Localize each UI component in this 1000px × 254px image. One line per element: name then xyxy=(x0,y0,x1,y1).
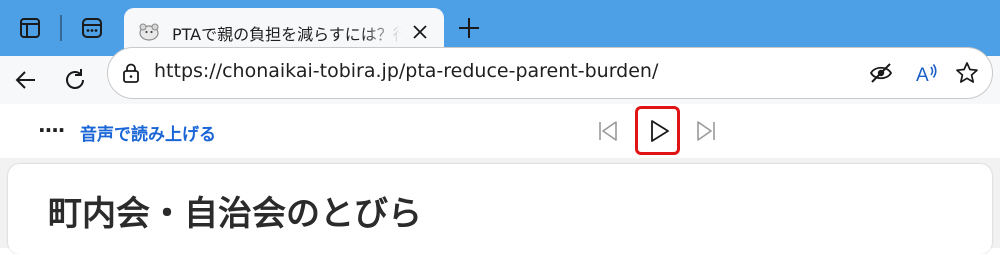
favorite-star-icon[interactable] xyxy=(954,60,980,86)
titlebar-divider xyxy=(60,15,62,41)
read-aloud-label[interactable]: 音声で読み上げる xyxy=(80,120,216,145)
workspaces-icon[interactable] xyxy=(80,16,104,40)
read-aloud-bar: ···· 音声で読み上げる xyxy=(0,104,1000,158)
next-icon[interactable] xyxy=(693,118,719,144)
previous-icon[interactable] xyxy=(595,118,621,144)
address-bar[interactable]: https://chonaikai-tobira.jp/pta-reduce-p… xyxy=(107,47,993,99)
read-aloud-icon[interactable]: A xyxy=(914,60,940,86)
refresh-icon[interactable] xyxy=(61,66,89,94)
tab-actions-icon[interactable] xyxy=(18,16,42,40)
svg-text:A: A xyxy=(916,65,929,86)
tab-title: PTAで親の負担を減らすには？行事・ xyxy=(172,25,402,44)
close-icon[interactable] xyxy=(410,22,430,42)
play-button-highlight xyxy=(635,106,680,155)
mascot-favicon-icon xyxy=(139,23,159,41)
header-card: 町内会・自治会のとびら xyxy=(8,164,992,254)
page-title: 町内会・自治会のとびら xyxy=(48,194,422,234)
lock-icon[interactable] xyxy=(120,62,142,84)
url-text: https://chonaikai-tobira.jp/pta-reduce-p… xyxy=(154,60,659,82)
tracking-prevention-icon[interactable] xyxy=(868,60,894,86)
page-content: 町内会・自治会のとびら xyxy=(0,158,1000,254)
more-options-icon[interactable]: ···· xyxy=(38,118,65,142)
back-arrow-icon[interactable] xyxy=(12,66,40,94)
plus-icon[interactable] xyxy=(455,14,483,42)
